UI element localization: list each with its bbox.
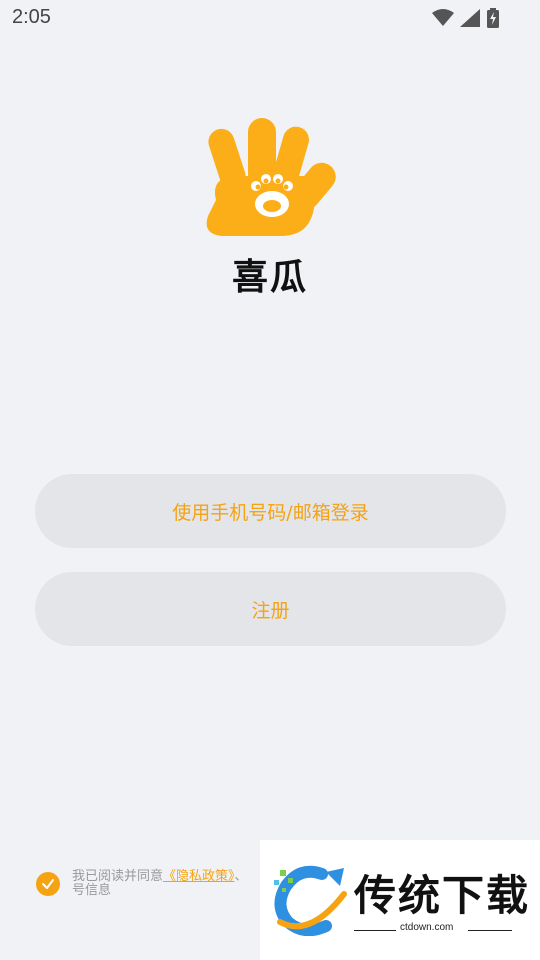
register-button[interactable]: 注册 (35, 572, 506, 646)
watermark-logo (270, 864, 350, 937)
watermark-url: ctdown.com (400, 922, 454, 933)
agreement-text: 我已阅读并同意《隐私政策》、 号信息 (72, 870, 292, 898)
agree-checkbox[interactable] (36, 872, 60, 896)
status-icons (432, 8, 500, 32)
login-button[interactable]: 使用手机号码/邮箱登录 (35, 474, 506, 548)
status-bar: 2:05 (0, 0, 540, 36)
wifi-icon (432, 9, 454, 31)
status-time: 2:05 (12, 6, 51, 28)
watermark-title: 传统下载 (354, 871, 531, 920)
check-icon (42, 879, 54, 889)
cell-signal-icon (460, 9, 480, 31)
battery-icon (486, 8, 500, 32)
agreement-line2: 号信息 (72, 883, 112, 898)
watermark-line-left (354, 930, 396, 931)
watermark-overlay: 传统下载 ctdown.com (260, 840, 540, 960)
privacy-policy-link[interactable]: 《隐私政策》 (163, 869, 235, 884)
agreement-separator: 、 (234, 869, 248, 884)
app-name: 喜瓜 (231, 257, 308, 298)
agreement-prefix: 我已阅读并同意 (72, 869, 164, 884)
watermark-line-right (468, 930, 512, 931)
app-logo (200, 116, 340, 240)
